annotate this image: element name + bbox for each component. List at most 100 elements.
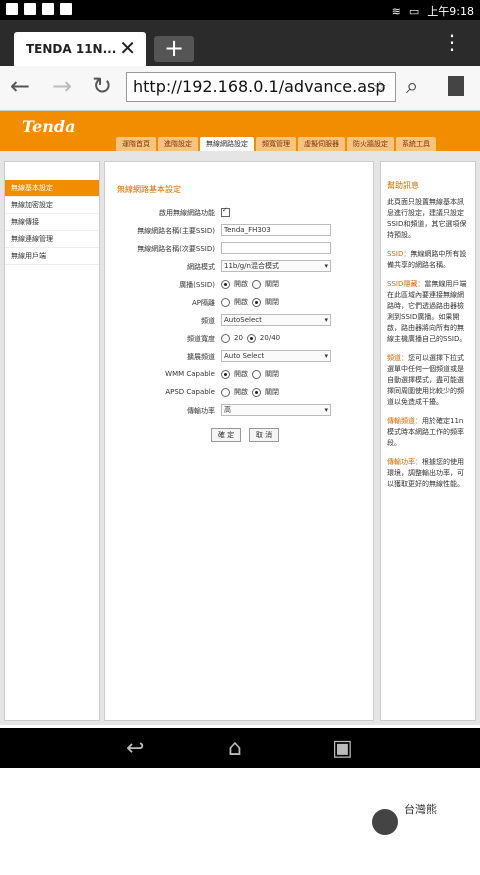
form-row: 頻道寬度 20 20/40 bbox=[187, 333, 281, 343]
ok-button[interactable]: 確 定 bbox=[211, 428, 241, 442]
notification-icon bbox=[24, 3, 36, 15]
extension-channel-select[interactable]: Auto Select bbox=[221, 350, 331, 362]
form-label: WMM Capable bbox=[165, 370, 215, 378]
bandwidth-20-radio[interactable] bbox=[221, 333, 230, 343]
page-content: 無線基本設定 無線加密設定 無線傳接 無線連線管理 無線用戶端 無線網路基本設定… bbox=[0, 151, 480, 835]
watermark: 台灣熊 bbox=[364, 791, 468, 875]
router-tabs: 運階首頁 進階設定 無線網路設定 頻寬管理 虛擬伺服器 防火牆設定 系統工具 bbox=[116, 137, 436, 151]
form-label: 啟用無線網路功能 bbox=[159, 209, 215, 217]
sidebar-item[interactable]: 無線基本設定 bbox=[5, 180, 99, 197]
help-panel: 幫助訊息 此頁面只設置無線基本訊息進行設定，建議只設定SSID和頻道，其它選項保… bbox=[380, 161, 476, 721]
apsd-off-radio[interactable] bbox=[252, 387, 261, 397]
form-row: WMM Capable 開啟 關閉 bbox=[165, 369, 279, 379]
wmm-on-radio[interactable] bbox=[221, 369, 230, 379]
router-tab[interactable]: 防火牆設定 bbox=[347, 137, 394, 151]
browser-tab[interactable]: TENDA 11N... ✕ bbox=[14, 32, 146, 66]
notification-icon bbox=[42, 3, 54, 15]
broadcast-on-radio[interactable] bbox=[221, 279, 230, 289]
bear-logo-icon bbox=[372, 809, 398, 835]
form-label: 頻道寬度 bbox=[187, 335, 215, 343]
clock: 上午9:18 bbox=[427, 5, 474, 18]
wifi-icon: ≋ bbox=[391, 4, 401, 18]
reload-icon[interactable]: ↻ bbox=[92, 72, 112, 100]
router-tab[interactable]: 進階設定 bbox=[158, 137, 198, 151]
router-tab[interactable]: 系統工具 bbox=[396, 137, 436, 151]
browser-toolbar: ← → ↻ http://192.168.0.1/advance.asp ☆ ⌕ bbox=[0, 66, 480, 111]
section-title: 無線網路基本設定 bbox=[117, 185, 181, 194]
menu-icon[interactable]: ⋮ bbox=[442, 30, 462, 54]
sidebar-item[interactable]: 無線傳接 bbox=[5, 214, 99, 231]
notification-icons bbox=[6, 3, 72, 15]
star-icon[interactable]: ☆ bbox=[373, 73, 387, 101]
apsd-on-radio[interactable] bbox=[221, 387, 230, 397]
close-tab-icon[interactable]: ✕ bbox=[119, 36, 136, 60]
help-item: SSID：無線網路中所有設備共享的網路名稱。 bbox=[387, 250, 467, 269]
ap-isolation-on-radio[interactable] bbox=[221, 297, 230, 307]
notification-icon bbox=[6, 3, 18, 15]
notification-icon bbox=[60, 3, 72, 15]
router-tab[interactable]: 運階首頁 bbox=[116, 137, 156, 151]
help-item: 傳輸頻道：用於確定11n模式時本網路工作的頻率段。 bbox=[387, 417, 464, 447]
router-header: Tenda 運階首頁 進階設定 無線網路設定 頻寬管理 虛擬伺服器 防火牆設定 … bbox=[0, 111, 480, 151]
ap-isolation-off-radio[interactable] bbox=[252, 297, 261, 307]
tab-title: TENDA 11N... bbox=[26, 42, 117, 56]
url-text: http://192.168.0.1/advance.asp bbox=[133, 77, 386, 96]
status-bar: ≋ ▭ 上午9:18 bbox=[0, 0, 480, 20]
form-label: 頻道 bbox=[201, 317, 215, 325]
form-row: 廣播(SSID) 開啟 關閉 bbox=[179, 279, 279, 289]
main-panel: 無線網路基本設定 啟用無線網路功能 無線網路名稱(主要SSID) Tenda_F… bbox=[104, 161, 374, 721]
android-nav-bar: ↩ ⌂ ▣ bbox=[0, 728, 480, 768]
url-input[interactable]: http://192.168.0.1/advance.asp ☆ bbox=[126, 72, 396, 102]
form-row: 傳輸功率 高 bbox=[105, 404, 375, 416]
router-tab[interactable]: 頻寬管理 bbox=[256, 137, 296, 151]
form-label: 傳輸功率 bbox=[187, 407, 215, 415]
help-item: 傳輸功率：根據您的使用環境，調整輸出功率，可以獲取更好的無線性能。 bbox=[387, 458, 464, 488]
bandwidth-2040-radio[interactable] bbox=[246, 333, 256, 343]
form-label: 無線網路名稱(主要SSID) bbox=[137, 227, 215, 235]
form-label: 擴展頻道 bbox=[187, 353, 215, 361]
form-label: 網路模式 bbox=[187, 263, 215, 271]
form-label: 無線網路名稱(次要SSID) bbox=[137, 245, 215, 253]
form-row: APSD Capable 開啟 關閉 bbox=[165, 387, 279, 397]
broadcast-off-radio[interactable] bbox=[252, 279, 261, 289]
form-label: APSD Capable bbox=[165, 388, 215, 396]
channel-select[interactable]: AutoSelect bbox=[221, 314, 331, 326]
form-row: 無線網路名稱(次要SSID) bbox=[105, 242, 375, 254]
search-icon[interactable]: ⌕ bbox=[406, 74, 418, 99]
form-row: 擴展頻道 Auto Select bbox=[105, 350, 375, 362]
sidebar-item[interactable]: 無線加密設定 bbox=[5, 197, 99, 214]
sidebar-item[interactable]: 無線連線管理 bbox=[5, 231, 99, 248]
form-label: AP隔離 bbox=[191, 299, 215, 307]
form-row: AP隔離 開啟 關閉 bbox=[191, 297, 279, 307]
forward-icon[interactable]: → bbox=[52, 72, 72, 100]
wmm-off-radio[interactable] bbox=[252, 369, 261, 379]
back-nav-icon[interactable]: ↩ bbox=[126, 736, 144, 761]
new-tab-button[interactable]: + bbox=[154, 36, 194, 62]
help-item: 頻道：您可以選擇下拉式選單中任何一個頻道或是自動選擇模式，盡可能選擇同周圍使用比… bbox=[387, 354, 464, 406]
watermark-text: 台灣熊 bbox=[404, 803, 437, 816]
network-mode-select[interactable]: 11b/g/n混合模式 bbox=[221, 260, 331, 272]
router-tab[interactable]: 虛擬伺服器 bbox=[298, 137, 345, 151]
tenda-logo: Tenda bbox=[22, 117, 76, 136]
battery-icon: ▭ bbox=[408, 4, 420, 18]
tx-power-select[interactable]: 高 bbox=[221, 404, 331, 416]
form-row: 網路模式 11b/g/n混合模式 bbox=[105, 260, 375, 272]
help-title: 幫助訊息 bbox=[387, 181, 419, 190]
enable-wireless-checkbox[interactable] bbox=[221, 206, 230, 217]
form-row: 啟用無線網路功能 bbox=[105, 206, 375, 218]
help-intro: 此頁面只設置無線基本訊息進行設定，建議只設定SSID和頻道，其它選項保持預設。 bbox=[387, 198, 467, 239]
sidebar-item[interactable]: 無線用戶端 bbox=[5, 248, 99, 265]
ssid-secondary-input[interactable] bbox=[221, 242, 331, 254]
form-buttons: 確 定 取 消 bbox=[211, 428, 279, 442]
back-icon[interactable]: ← bbox=[10, 72, 30, 100]
browser-tab-bar: TENDA 11N... ✕ + ⋮ bbox=[0, 20, 480, 66]
form-label: 廣播(SSID) bbox=[179, 281, 215, 289]
router-tab[interactable]: 無線網路設定 bbox=[200, 137, 254, 151]
help-item: SSID隱藏：當無線用戶端在此區域內要連接無線網路時，它們透過路由器檢測到SSI… bbox=[387, 280, 467, 343]
form-row: 頻道 AutoSelect bbox=[105, 314, 375, 326]
bookmark-icon[interactable] bbox=[448, 76, 464, 96]
recents-nav-icon[interactable]: ▣ bbox=[332, 736, 353, 761]
cancel-button[interactable]: 取 消 bbox=[249, 428, 279, 442]
ssid-primary-input[interactable]: Tenda_FH303 bbox=[221, 224, 331, 236]
home-nav-icon[interactable]: ⌂ bbox=[228, 736, 242, 761]
